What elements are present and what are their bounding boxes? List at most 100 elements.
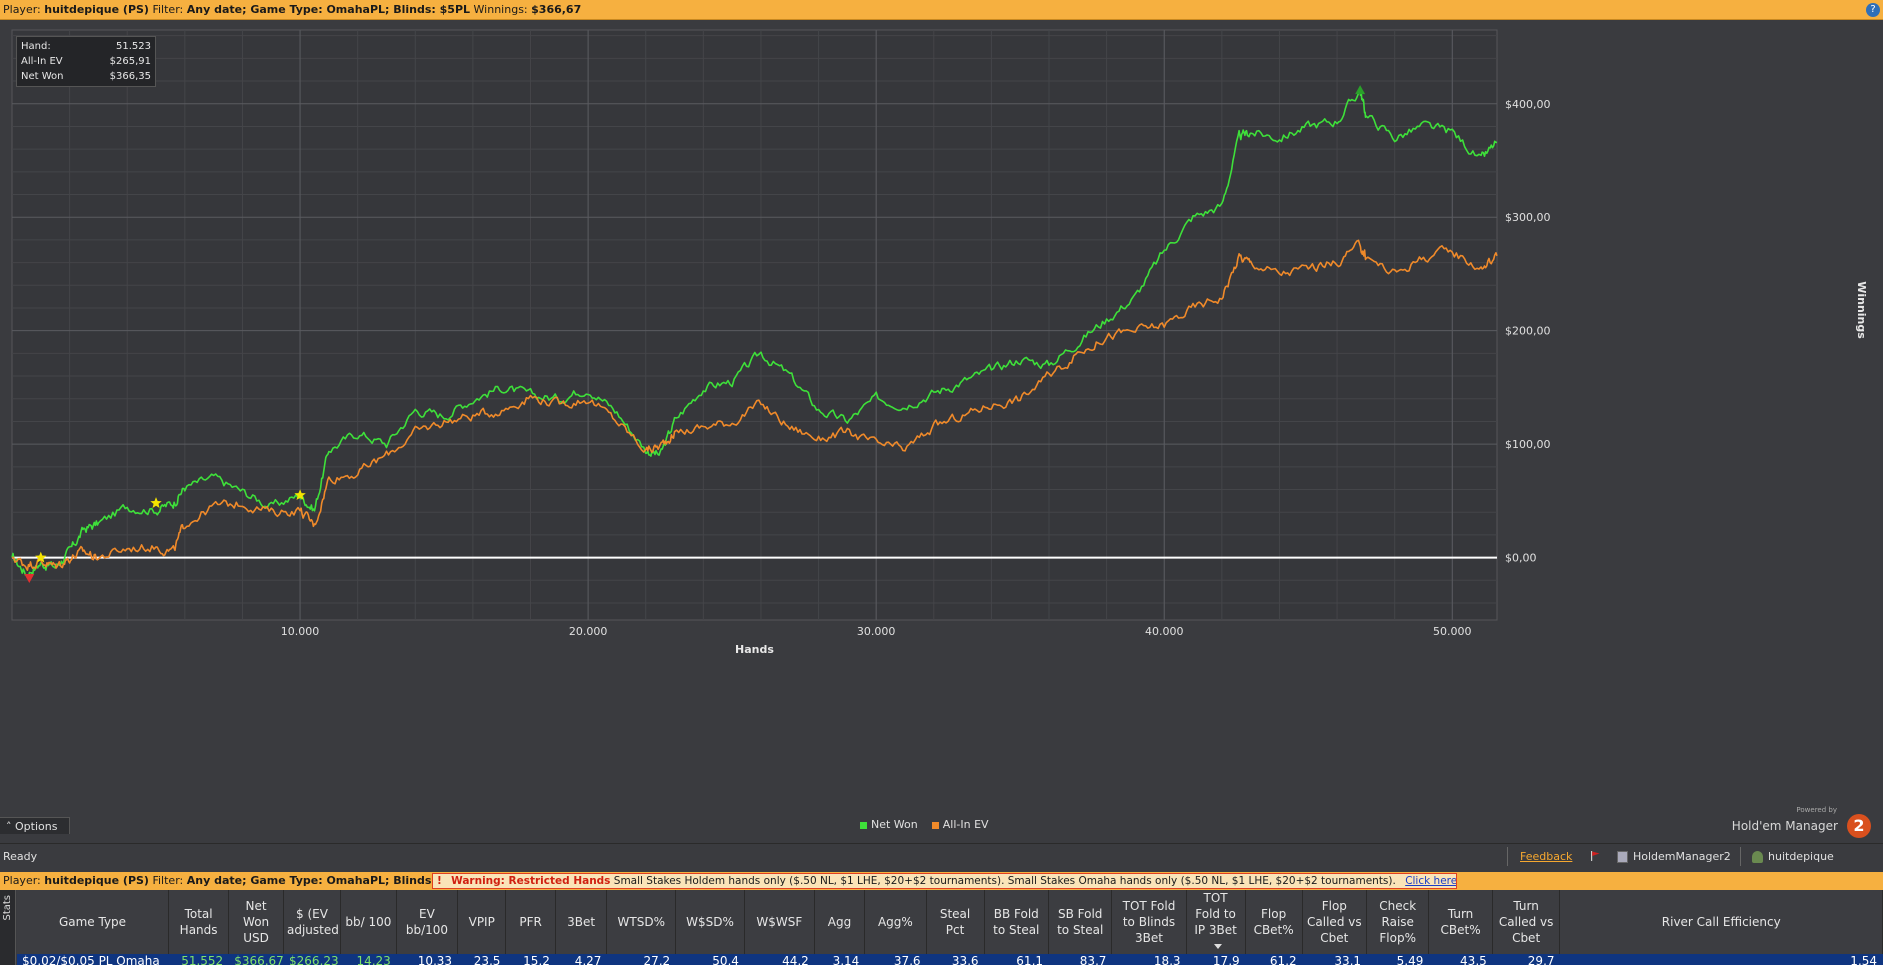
column-header[interactable]: bb/ 100 bbox=[340, 890, 397, 954]
column-header[interactable]: Net Won USD bbox=[228, 890, 284, 954]
graph-area[interactable]: 10.000 20.000 30.000 40.000 50.000 $0,00 $100,… bbox=[0, 20, 1883, 835]
flag-icon[interactable] bbox=[1590, 851, 1600, 861]
column-header[interactable]: SB Fold to Steal bbox=[1048, 890, 1113, 954]
column-header[interactable]: VPIP bbox=[457, 890, 507, 954]
player-label: Player: bbox=[3, 3, 41, 16]
warning-message: Small Stakes Holdem hands only ($.50 NL,… bbox=[613, 875, 1396, 887]
filter-value: Any date; Game Type: OmahaPL; Blinds: $5… bbox=[186, 874, 471, 887]
y-tick-label: $100,00 bbox=[1505, 438, 1551, 451]
column-header[interactable]: Agg bbox=[814, 890, 866, 954]
chart-legend: Net Won All-In EV bbox=[860, 818, 989, 831]
stats-header-row: Game Type Total Hands Net Won USD $ (EV adj… bbox=[17, 890, 1883, 954]
column-header[interactable]: Total Hands bbox=[168, 890, 230, 954]
column-header[interactable]: Turn CBet% bbox=[1428, 890, 1493, 954]
legend-item-all-in-ev[interactable]: All-In EV bbox=[931, 818, 989, 831]
table-row[interactable]: $0,02/$0,05 PL Omaha 51.552 $366,67 $266,23… bbox=[17, 954, 1883, 965]
table-cell: 10,33 bbox=[396, 954, 459, 965]
column-header[interactable]: Flop Called vs Cbet bbox=[1302, 890, 1368, 954]
feedback-link[interactable]: Feedback bbox=[1520, 844, 1572, 869]
table-cell: 50,4 bbox=[675, 954, 745, 965]
column-header[interactable]: Game Type bbox=[17, 890, 170, 954]
table-cell: 17,9 bbox=[1186, 954, 1246, 965]
table-cell: 1,54 bbox=[1559, 954, 1883, 965]
tooltip-row-net-won: Net Won $366,35 bbox=[21, 69, 151, 84]
options-label: Options bbox=[15, 820, 58, 833]
app-indicator[interactable]: HoldemManager2 bbox=[1617, 844, 1731, 869]
options-toggle[interactable]: ˄ Options bbox=[0, 817, 70, 834]
winnings-value: $366,67 bbox=[531, 3, 582, 16]
column-header[interactable]: Agg% bbox=[864, 890, 927, 954]
y-tick-label: $200,00 bbox=[1505, 325, 1551, 338]
legend-swatch bbox=[860, 821, 867, 829]
table-cell: 83,7 bbox=[1048, 954, 1113, 965]
table-cell: 43,5 bbox=[1428, 954, 1493, 965]
tooltip-value: $366,35 bbox=[109, 71, 151, 82]
legend-item-net-won[interactable]: Net Won bbox=[860, 818, 918, 831]
column-header[interactable]: Flop CBet% bbox=[1245, 890, 1303, 954]
sort-desc-icon bbox=[1213, 944, 1222, 949]
column-header[interactable]: WTSD% bbox=[606, 890, 677, 954]
y-tick-label: $400,00 bbox=[1505, 98, 1551, 111]
player-name: huitdepique (PS) bbox=[44, 3, 149, 16]
column-header[interactable]: W$SD% bbox=[675, 890, 745, 954]
help-icon[interactable]: ? bbox=[1866, 3, 1880, 17]
x-tick-label: 30.000 bbox=[857, 625, 896, 638]
table-cell: 4,27 bbox=[555, 954, 608, 965]
tooltip-label: Hand: bbox=[21, 41, 51, 52]
tooltip-row-hand: Hand: 51.523 bbox=[21, 39, 151, 54]
legend-label: All-In EV bbox=[942, 818, 989, 831]
table-cell: 18,3 bbox=[1111, 954, 1187, 965]
plot-area bbox=[11, 29, 1498, 621]
tooltip-row-allin-ev: All-In EV $265,91 bbox=[21, 54, 151, 69]
tooltip-value: 51.523 bbox=[116, 41, 151, 52]
stats-tab-label: Stats bbox=[2, 895, 13, 921]
table-cell: 44,2 bbox=[744, 954, 815, 965]
table-cell: 33,6 bbox=[926, 954, 985, 965]
table-cell: 5,49 bbox=[1366, 954, 1430, 965]
table-cell: 3,14 bbox=[814, 954, 866, 965]
column-header[interactable]: TOT Fold to IP 3Bet bbox=[1186, 890, 1246, 954]
column-header[interactable]: $ (EV adjusted) bbox=[283, 890, 341, 954]
column-header[interactable]: BB Fold to Steal bbox=[984, 890, 1050, 954]
column-header[interactable]: W$WSF bbox=[744, 890, 815, 954]
column-header[interactable]: River Call Efficiency bbox=[1559, 890, 1883, 954]
column-header[interactable]: PFR bbox=[505, 890, 556, 954]
column-header[interactable]: TOT Fold to Blinds 3Bet bbox=[1111, 890, 1187, 954]
player-label: Player: bbox=[3, 874, 41, 887]
table-cell: 23,5 bbox=[457, 954, 507, 965]
table-cell: $366,67 bbox=[228, 954, 284, 965]
column-header[interactable]: 3Bet bbox=[555, 890, 608, 954]
y-tick-label: $300,00 bbox=[1505, 211, 1551, 224]
column-header[interactable]: Steal Pct bbox=[926, 890, 985, 954]
filter-value: Any date; Game Type: OmahaPL; Blinds: $5… bbox=[186, 3, 471, 16]
column-header[interactable]: Check Raise Flop% bbox=[1366, 890, 1430, 954]
table-cell: 15,2 bbox=[505, 954, 556, 965]
table-cell: 61,2 bbox=[1245, 954, 1303, 965]
table-cell: 14,23 bbox=[340, 954, 397, 965]
powered-by-text: Powered by bbox=[1796, 806, 1837, 814]
table-cell: 37,6 bbox=[864, 954, 927, 965]
column-header[interactable]: EV bb/100 bbox=[396, 890, 459, 954]
hover-tooltip: Hand: 51.523 All-In EV $265,91 Net Won $… bbox=[16, 36, 156, 87]
table-cell: 27,2 bbox=[606, 954, 677, 965]
stats-table: Game Type Total Hands Net Won USD $ (EV adj… bbox=[17, 890, 1883, 965]
tooltip-label: Net Won bbox=[21, 71, 64, 82]
unlock-link[interactable]: Click here to unlock bbox=[1405, 875, 1456, 887]
legend-swatch bbox=[931, 821, 939, 829]
winnings-graph[interactable]: 10.000 20.000 30.000 40.000 50.000 $0,00 $100,… bbox=[0, 20, 1883, 815]
warning-icon: ! bbox=[437, 875, 442, 887]
y-axis-label: Winnings bbox=[1855, 281, 1868, 339]
chevron-up-icon: ˄ bbox=[6, 820, 12, 833]
app-name: HoldemManager2 bbox=[1633, 850, 1731, 863]
table-cell: 61,1 bbox=[984, 954, 1050, 965]
stats-side-tab[interactable]: Stats bbox=[0, 890, 16, 965]
winnings-label: Winnings: bbox=[473, 3, 528, 16]
table-cell: 33,1 bbox=[1302, 954, 1368, 965]
x-tick-label: 40.000 bbox=[1145, 625, 1184, 638]
filter-bar: Player: huitdepique (PS) Filter: Any dat… bbox=[0, 0, 1883, 20]
hm2-logo-icon: 2 bbox=[1847, 814, 1871, 838]
column-header[interactable]: Turn Called vs Cbet bbox=[1492, 890, 1561, 954]
tooltip-label: All-In EV bbox=[21, 56, 63, 67]
warning-title: Warning: Restricted Hands bbox=[451, 875, 611, 887]
x-tick-label: 50.000 bbox=[1433, 625, 1472, 638]
